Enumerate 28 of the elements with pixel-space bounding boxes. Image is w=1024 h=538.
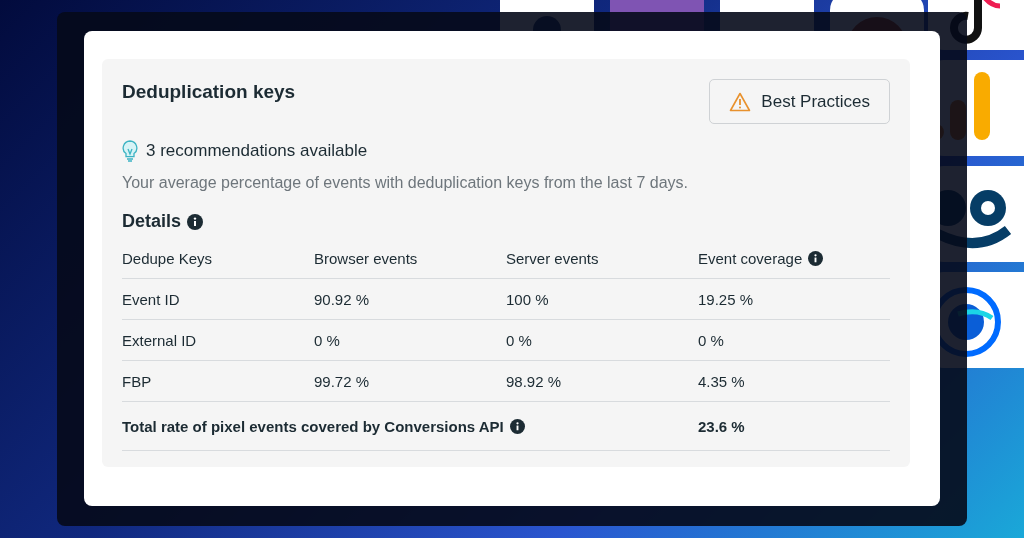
table-cell: 0 % bbox=[314, 331, 340, 349]
column-header: Browser events bbox=[314, 249, 418, 267]
table-cell: 19.25 % bbox=[698, 290, 754, 308]
details-heading: Details bbox=[122, 211, 182, 232]
table-cell: Event ID bbox=[122, 290, 180, 308]
total-label: Total rate of pixel events covered by Conversions API bbox=[122, 417, 504, 435]
warning-icon bbox=[729, 91, 752, 112]
table-cell: 4.35 % bbox=[698, 372, 745, 390]
table-cell: 0 % bbox=[506, 331, 532, 349]
info-icon bbox=[509, 418, 525, 434]
table-cell: 99.72 % bbox=[314, 372, 370, 390]
column-header: Dedupe Keys bbox=[122, 249, 213, 267]
table-cell: 90.92 % bbox=[314, 290, 370, 308]
description-text: Your average percentage of events with deduplication keys from the last 7 days. bbox=[122, 174, 689, 192]
table-cell: 100 % bbox=[506, 290, 549, 308]
table-cell: External ID bbox=[122, 331, 197, 349]
panel-title: Deduplication keys bbox=[122, 81, 296, 103]
lightbulb-icon bbox=[122, 140, 138, 162]
table-cell: FBP bbox=[122, 372, 152, 390]
recommendations-text: 3 recommendations available bbox=[146, 141, 368, 161]
table-cell: 0 % bbox=[698, 331, 724, 349]
info-icon bbox=[808, 250, 824, 266]
column-header: Server events bbox=[506, 249, 599, 267]
table-cell: 98.92 % bbox=[506, 372, 562, 390]
best-practices-button[interactable]: Best Practices bbox=[709, 79, 890, 124]
info-icon bbox=[187, 213, 204, 230]
column-header: Event coverage bbox=[698, 249, 803, 267]
total-value: 23.6 % bbox=[698, 417, 745, 435]
